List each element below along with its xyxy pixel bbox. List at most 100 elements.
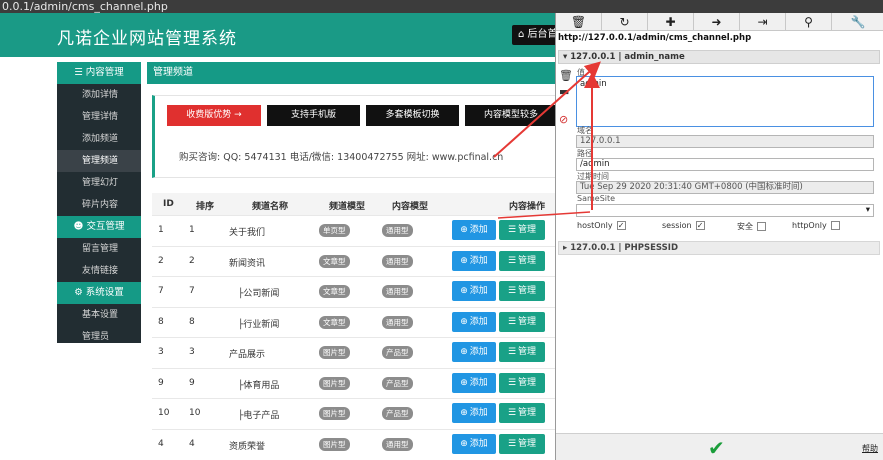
secure-checkbox[interactable]: 安全 (737, 221, 766, 232)
import-icon[interactable]: ➜ (694, 13, 740, 31)
manage-content-button[interactable]: ☰ 管理 (499, 433, 545, 454)
sidebar-group-settings[interactable]: ⚙ 系统设置 (57, 282, 141, 304)
page-title: 管理频道 (153, 67, 193, 78)
search-icon[interactable]: ⚲ (786, 13, 832, 31)
checkmark-icon[interactable]: ✔ (708, 436, 725, 460)
row-id: 8 (158, 316, 164, 327)
table-row: 1 1 关于我们 单页型 通用型 ⊕ 添加 ☰ 管理 (152, 215, 557, 246)
row-sort: 7 (189, 286, 195, 296)
cookie-value-field[interactable]: admin (576, 76, 874, 127)
row-channel-name: ├电子产品 (238, 411, 280, 421)
check-icon: ✓ (616, 221, 626, 230)
paid-version-button[interactable]: 收费版优势 → (167, 105, 261, 126)
check-icon: ✓ (695, 221, 705, 230)
sidebar-item-basic-settings[interactable]: 基本设置 (57, 304, 141, 326)
trash-icon[interactable]: 🗑 (556, 13, 602, 31)
row-channel-name: 新闻资讯 (229, 258, 266, 269)
sidebar-item-manage-detail[interactable]: 管理详情 (57, 106, 141, 128)
content-model-button[interactable]: 内容模型较多 (465, 105, 557, 126)
template-switch-button[interactable]: 多套模板切换 (366, 105, 459, 126)
manage-content-button[interactable]: ☰ 管理 (499, 250, 545, 271)
plus-icon: ⊕ (460, 255, 468, 266)
export-icon[interactable]: ⇥ (740, 13, 786, 31)
add-content-button[interactable]: ⊕ 添加 (452, 220, 496, 240)
hostonly-label: hostOnly (577, 221, 613, 230)
manage-label: 管理 (518, 225, 537, 235)
undo-icon[interactable]: ↻ (602, 13, 648, 31)
row-sort: 9 (189, 377, 195, 388)
manage-label: 管理 (518, 286, 537, 296)
row-sort: 2 (189, 255, 195, 266)
row-id: 7 (158, 286, 164, 296)
add-content-button[interactable]: ⊕ 添加 (452, 250, 496, 271)
samesite-label: SameSite (577, 194, 616, 203)
delete-cookie-icon[interactable]: 🗑 (559, 69, 573, 82)
help-link[interactable]: 帮助 (862, 443, 878, 454)
mobile-support-button[interactable]: 支持手机版 (267, 105, 360, 126)
sidebar-item-add-channel[interactable]: 添加频道 (57, 128, 141, 150)
manage-content-button[interactable]: ☰ 管理 (499, 403, 545, 423)
cookie-toolbar: 🗑 ↻ ✚ ➜ ⇥ ⚲ 🔧 (556, 13, 883, 31)
channel-model-badge: 文章型 (319, 285, 350, 298)
manage-label: 管理 (518, 377, 537, 388)
manage-content-button[interactable]: ☰ 管理 (499, 342, 545, 362)
sidebar-item-manage-channel[interactable]: 管理频道 (57, 150, 141, 172)
add-content-button[interactable]: ⊕ 添加 (452, 372, 496, 393)
admin-home-label: 后台首 (527, 29, 558, 40)
block-icon[interactable]: ⊘ (559, 113, 568, 126)
cookie-row-phpsessid[interactable]: ▸ 127.0.0.1 | PHPSESSID (558, 241, 880, 255)
row-id: 4 (158, 438, 164, 449)
add-content-button[interactable]: ⊕ 添加 (452, 311, 496, 332)
sidebar-item-links[interactable]: 友情链接 (57, 260, 141, 282)
sidebar-group-content[interactable]: ☰ 内容管理 (57, 62, 141, 84)
site-title: 凡诺企业网站管理系统 (57, 29, 237, 49)
row-channel-name: 产品展示 (229, 350, 266, 360)
add-content-button[interactable]: ⊕ 添加 (452, 403, 496, 423)
cookie-expires-field[interactable]: Tue Sep 29 2020 20:31:40 GMT+0800 (中国标准时… (576, 181, 874, 194)
table-row: 4 4 资质荣誉 图片型 通用型 ⊕ 添加 ☰ 管理 (152, 428, 557, 460)
manage-label: 管理 (518, 347, 537, 357)
sidebar-item-admins[interactable]: 管理员 (57, 326, 141, 348)
row-channel-name: ├公司新闻 (238, 289, 280, 299)
content-model-badge: 产品型 (382, 376, 413, 390)
manage-content-button[interactable]: ☰ 管理 (499, 311, 545, 332)
manage-content-button[interactable]: ☰ 管理 (499, 220, 545, 240)
plus-icon: ⊕ (460, 225, 468, 235)
wrench-icon[interactable]: 🔧 (832, 13, 883, 31)
samesite-select[interactable]: ▾ (576, 204, 874, 217)
httponly-checkbox[interactable]: httpOnly (792, 221, 840, 230)
add-label: 添加 (469, 347, 488, 357)
cookie-editor-popup: 🗑 ↻ ✚ ➜ ⇥ ⚲ 🔧 http://127.0.0.1/admin/cms… (555, 13, 883, 460)
add-content-button[interactable]: ⊕ 添加 (452, 281, 496, 301)
hostonly-checkbox[interactable]: hostOnly ✓ (577, 221, 626, 230)
sidebar-group-label: 交互管理 (86, 221, 125, 232)
sidebar-item-fragments[interactable]: 碎片内容 (57, 194, 141, 216)
sidebar-item-add-detail[interactable]: 添加详情 (57, 84, 141, 106)
plus-icon: ⊕ (460, 347, 468, 357)
add-content-button[interactable]: ⊕ 添加 (452, 433, 496, 454)
cookie-path-field[interactable]: /admin (576, 158, 874, 171)
sidebar-item-manage-slides[interactable]: 管理幻灯 (57, 172, 141, 194)
httponly-label: httpOnly (792, 221, 827, 230)
cookie-row-label: 127.0.0.1 | admin_name (570, 52, 685, 62)
cookie-domain-field[interactable]: 127.0.0.1 (576, 135, 874, 148)
channel-model-badge: 单页型 (319, 224, 350, 237)
table-row: 3 3 产品展示 图片型 产品型 ⊕ 添加 ☰ 管理 (152, 337, 557, 368)
sidebar-group-interaction[interactable]: ☻ 交互管理 (57, 216, 141, 238)
plus-icon[interactable]: ✚ (648, 13, 694, 31)
browser-address-bar[interactable]: 0.0.1/admin/cms_channel.php (0, 0, 883, 13)
cookie-row-admin-name[interactable]: ▾ 127.0.0.1 | admin_name (558, 50, 880, 64)
session-checkbox[interactable]: session ✓ (662, 221, 705, 230)
promo-panel: 收费版优势 → 支持手机版 多套模板切换 内容模型较多 购买咨询: QQ: 54… (152, 95, 557, 178)
save-cookie-icon[interactable]: ▬ (559, 85, 569, 98)
channel-model-badge: 图片型 (319, 437, 350, 451)
manage-content-button[interactable]: ☰ 管理 (499, 372, 545, 393)
add-content-button[interactable]: ⊕ 添加 (452, 342, 496, 362)
manage-content-button[interactable]: ☰ 管理 (499, 281, 545, 301)
table-row: 9 9 ├体育用品 图片型 产品型 ⊕ 添加 ☰ 管理 (152, 367, 557, 399)
row-id: 3 (158, 347, 164, 357)
row-sort: 3 (189, 347, 195, 357)
manage-label: 管理 (518, 438, 537, 449)
sidebar-item-messages[interactable]: 留言管理 (57, 238, 141, 260)
row-sort: 8 (189, 316, 195, 327)
